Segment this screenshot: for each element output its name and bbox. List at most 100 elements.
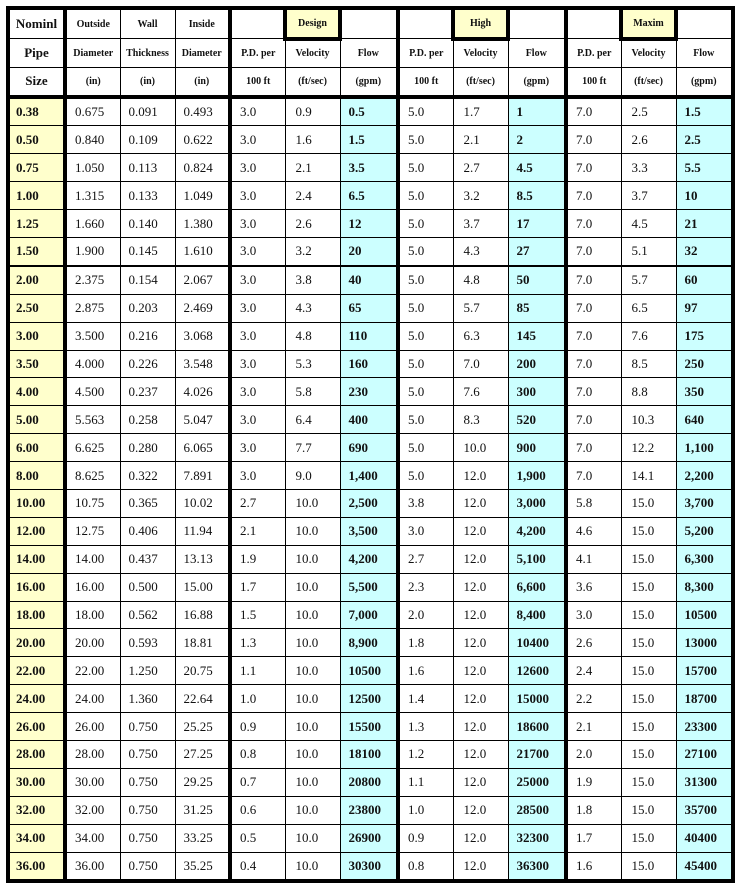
cell-outside-diameter[interactable]: 1.660	[64, 209, 121, 238]
cell-design-velocity[interactable]: 4.3	[284, 293, 341, 323]
cell-inside-diameter[interactable]: 3.068	[174, 321, 232, 351]
cell-high-pd[interactable]: 1.3	[397, 712, 454, 741]
cell-max-flow[interactable]: 1.5	[675, 94, 734, 127]
cell-outside-diameter[interactable]: 5.563	[64, 405, 121, 435]
cell-wall-thickness[interactable]: 0.562	[119, 600, 176, 630]
cell-design-velocity[interactable]: 3.2	[284, 236, 341, 267]
cell-max-pd[interactable]: 7.0	[565, 94, 622, 127]
cell-nominal-size[interactable]: 16.00	[7, 572, 67, 602]
cell-design-flow[interactable]: 12500	[339, 684, 400, 714]
cell-max-pd[interactable]: 7.0	[565, 461, 622, 490]
cell-max-velocity[interactable]: 15.0	[620, 739, 677, 769]
cell-inside-diameter[interactable]: 25.25	[174, 712, 232, 741]
cell-high-flow[interactable]: 2	[507, 125, 568, 155]
cell-outside-diameter[interactable]: 1.050	[64, 153, 121, 183]
cell-design-velocity[interactable]: 10.0	[284, 600, 341, 630]
cell-max-pd[interactable]: 7.0	[565, 321, 622, 351]
cell-nominal-size[interactable]: 28.00	[7, 739, 67, 769]
cell-nominal-size[interactable]: 12.00	[7, 516, 67, 546]
cell-design-pd[interactable]: 3.0	[229, 125, 286, 155]
cell-design-flow[interactable]: 20	[339, 236, 400, 267]
cell-high-flow[interactable]: 1	[507, 94, 568, 127]
cell-high-velocity[interactable]: 3.2	[452, 181, 509, 211]
cell-inside-diameter[interactable]: 16.88	[174, 600, 232, 630]
cell-max-velocity[interactable]: 5.7	[620, 264, 677, 295]
cell-design-flow[interactable]: 0.5	[339, 94, 400, 127]
cell-max-velocity[interactable]: 10.3	[620, 405, 677, 435]
cell-wall-thickness[interactable]: 0.593	[119, 628, 176, 658]
cell-wall-thickness[interactable]: 0.750	[119, 739, 176, 769]
cell-design-flow[interactable]: 10500	[339, 656, 400, 686]
cell-inside-diameter[interactable]: 11.94	[174, 516, 232, 546]
cell-design-pd[interactable]: 1.3	[229, 628, 286, 658]
cell-inside-diameter[interactable]: 0.622	[174, 125, 232, 155]
cell-design-pd[interactable]: 3.0	[229, 209, 286, 238]
cell-inside-diameter[interactable]: 15.00	[174, 572, 232, 602]
cell-design-pd[interactable]: 1.7	[229, 572, 286, 602]
cell-max-velocity[interactable]: 12.2	[620, 433, 677, 463]
cell-max-pd[interactable]: 2.2	[565, 684, 622, 714]
cell-design-velocity[interactable]: 10.0	[284, 823, 341, 853]
cell-max-flow[interactable]: 175	[675, 321, 734, 351]
cell-wall-thickness[interactable]: 0.322	[119, 461, 176, 490]
cell-max-flow[interactable]: 5,200	[675, 516, 734, 546]
cell-max-velocity[interactable]: 15.0	[620, 572, 677, 602]
cell-inside-diameter[interactable]: 33.25	[174, 823, 232, 853]
cell-high-velocity[interactable]: 12.0	[452, 767, 509, 797]
cell-outside-diameter[interactable]: 24.00	[64, 684, 121, 714]
cell-high-pd[interactable]: 5.0	[397, 293, 454, 323]
cell-max-flow[interactable]: 45400	[675, 851, 734, 882]
cell-design-velocity[interactable]: 10.0	[284, 851, 341, 882]
cell-design-flow[interactable]: 18100	[339, 739, 400, 769]
cell-high-velocity[interactable]: 12.0	[452, 851, 509, 882]
cell-outside-diameter[interactable]: 4.000	[64, 349, 121, 379]
cell-outside-diameter[interactable]: 1.900	[64, 236, 121, 267]
cell-high-flow[interactable]: 4.5	[507, 153, 568, 183]
cell-max-velocity[interactable]: 14.1	[620, 461, 677, 490]
cell-max-pd[interactable]: 7.0	[565, 377, 622, 407]
cell-outside-diameter[interactable]: 26.00	[64, 712, 121, 741]
cell-design-pd[interactable]: 3.0	[229, 264, 286, 295]
cell-high-flow[interactable]: 12600	[507, 656, 568, 686]
cell-high-flow[interactable]: 8.5	[507, 181, 568, 211]
cell-design-velocity[interactable]: 10.0	[284, 516, 341, 546]
cell-design-pd[interactable]: 2.7	[229, 488, 286, 518]
cell-max-pd[interactable]: 7.0	[565, 264, 622, 295]
cell-max-velocity[interactable]: 6.5	[620, 293, 677, 323]
cell-outside-diameter[interactable]: 34.00	[64, 823, 121, 853]
cell-outside-diameter[interactable]: 20.00	[64, 628, 121, 658]
cell-max-flow[interactable]: 2.5	[675, 125, 734, 155]
cell-max-velocity[interactable]: 15.0	[620, 795, 677, 825]
cell-high-flow[interactable]: 10400	[507, 628, 568, 658]
cell-wall-thickness[interactable]: 0.237	[119, 377, 176, 407]
cell-wall-thickness[interactable]: 0.750	[119, 795, 176, 825]
cell-max-flow[interactable]: 350	[675, 377, 734, 407]
cell-max-velocity[interactable]: 2.6	[620, 125, 677, 155]
cell-inside-diameter[interactable]: 13.13	[174, 544, 232, 574]
cell-max-flow[interactable]: 18700	[675, 684, 734, 714]
cell-max-velocity[interactable]: 15.0	[620, 767, 677, 797]
cell-high-pd[interactable]: 1.6	[397, 656, 454, 686]
cell-high-pd[interactable]: 2.0	[397, 600, 454, 630]
cell-high-flow[interactable]: 32300	[507, 823, 568, 853]
cell-wall-thickness[interactable]: 0.203	[119, 293, 176, 323]
cell-max-velocity[interactable]: 15.0	[620, 516, 677, 546]
cell-wall-thickness[interactable]: 0.365	[119, 488, 176, 518]
cell-nominal-size[interactable]: 36.00	[7, 851, 67, 882]
cell-high-velocity[interactable]: 10.0	[452, 433, 509, 463]
cell-design-flow[interactable]: 110	[339, 321, 400, 351]
cell-design-pd[interactable]: 3.0	[229, 94, 286, 127]
cell-max-velocity[interactable]: 5.1	[620, 236, 677, 267]
cell-high-flow[interactable]: 145	[507, 321, 568, 351]
cell-high-flow[interactable]: 18600	[507, 712, 568, 741]
cell-design-pd[interactable]: 3.0	[229, 293, 286, 323]
cell-design-pd[interactable]: 0.5	[229, 823, 286, 853]
cell-design-flow[interactable]: 1,400	[339, 461, 400, 490]
cell-nominal-size[interactable]: 0.50	[7, 125, 67, 155]
cell-wall-thickness[interactable]: 0.226	[119, 349, 176, 379]
cell-high-flow[interactable]: 36300	[507, 851, 568, 882]
cell-max-velocity[interactable]: 7.6	[620, 321, 677, 351]
cell-high-pd[interactable]: 5.0	[397, 94, 454, 127]
cell-design-pd[interactable]: 3.0	[229, 181, 286, 211]
cell-design-velocity[interactable]: 10.0	[284, 795, 341, 825]
